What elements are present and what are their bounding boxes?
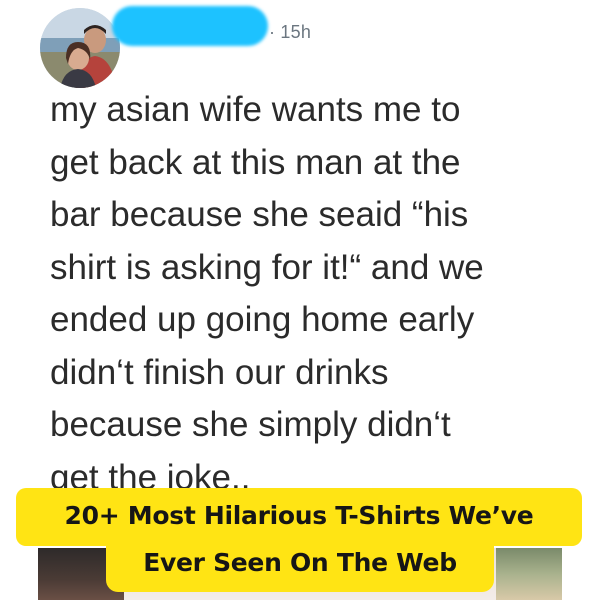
avatar-photo bbox=[40, 8, 120, 88]
post-line: get back at this man at the bbox=[50, 142, 461, 182]
banner-title-line-2: Ever Seen On The Web bbox=[143, 548, 457, 577]
post-line: shirt is asking for it!“ and we bbox=[50, 247, 484, 287]
post-line: my asian wife wants me to bbox=[50, 90, 461, 129]
post-body: my asian wife wants me to get back at th… bbox=[50, 84, 590, 504]
avatar[interactable] bbox=[40, 8, 120, 88]
post-line: ended up going home early bbox=[50, 300, 475, 339]
post-timestamp[interactable]: · 15h bbox=[269, 22, 311, 43]
username-redaction bbox=[112, 6, 268, 46]
banner-title-line-1: 20+ Most Hilarious T-Shirts We’ve bbox=[64, 501, 534, 530]
post-screenshot: · 15h my asian wife wants me to get back… bbox=[0, 0, 600, 600]
post-line: didn‘t finish our drinks bbox=[50, 352, 389, 392]
photo-fragment-right bbox=[496, 548, 562, 600]
post-line: bar because she seaid “his bbox=[50, 195, 469, 234]
post-line: because she simply didn‘t bbox=[50, 405, 451, 444]
